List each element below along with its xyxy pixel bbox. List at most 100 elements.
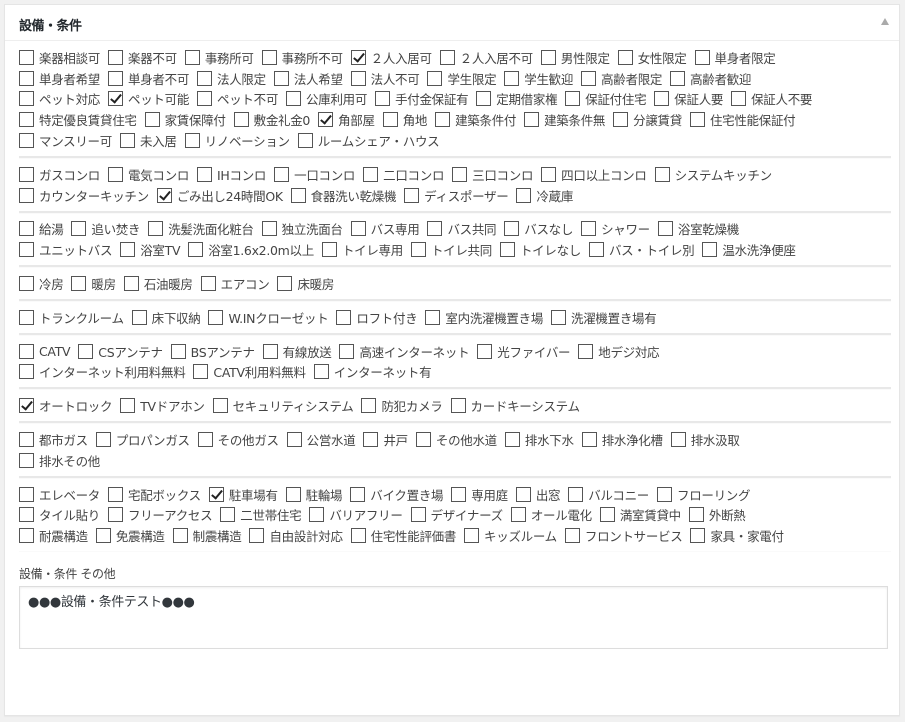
checkbox-option[interactable]: 光ファイバー [477, 341, 571, 362]
checkbox-option[interactable]: ガスコンロ [19, 164, 100, 185]
checkbox-option[interactable]: セキュリティシステム [212, 395, 354, 416]
checkbox-option[interactable]: 給湯 [19, 219, 64, 240]
checkbox-option[interactable]: 建築条件無 [524, 109, 605, 130]
checkbox-option[interactable]: 専用庭 [451, 484, 508, 505]
checkbox-option[interactable]: シャワー [581, 219, 650, 240]
checkbox-unchecked-icon[interactable] [262, 343, 278, 359]
checkbox-option[interactable]: マンスリー可 [19, 130, 112, 151]
checkbox-unchecked-icon[interactable] [170, 343, 186, 359]
checkbox-option[interactable]: 男性限定 [540, 47, 610, 68]
checkbox-unchecked-icon[interactable] [131, 309, 147, 325]
checkbox-option[interactable]: バリアフリー [309, 505, 403, 526]
checkbox-option[interactable]: リノベーション [184, 130, 290, 151]
checkbox-checked-icon[interactable] [19, 398, 34, 414]
checkbox-unchecked-icon[interactable] [504, 432, 520, 448]
checkbox-option[interactable]: 電気コンロ [108, 164, 189, 185]
checkbox-unchecked-icon[interactable] [516, 187, 532, 203]
checkbox-unchecked-icon[interactable] [19, 309, 34, 325]
checkbox-checked-icon[interactable] [156, 187, 172, 203]
checkbox-option[interactable]: 法人不可 [350, 68, 420, 89]
checkbox-unchecked-icon[interactable] [71, 221, 87, 237]
checkbox-option[interactable]: ペット対応 [19, 89, 100, 110]
collapse-toggle-icon[interactable] [881, 18, 889, 25]
checkbox-unchecked-icon[interactable] [273, 70, 289, 86]
checkbox-unchecked-icon[interactable] [464, 528, 480, 544]
checkbox-option[interactable]: プロパンガス [95, 429, 190, 450]
checkbox-unchecked-icon[interactable] [274, 166, 290, 182]
checkbox-option[interactable]: バルコニー [568, 484, 649, 505]
checkbox-unchecked-icon[interactable] [19, 486, 34, 502]
checkbox-option[interactable]: オートロック [19, 395, 113, 416]
checkbox-unchecked-icon[interactable] [95, 432, 111, 448]
checkbox-unchecked-icon[interactable] [212, 398, 228, 414]
checkbox-option[interactable]: トランクルーム [19, 307, 124, 328]
checkbox-unchecked-icon[interactable] [197, 70, 213, 86]
checkbox-unchecked-icon[interactable] [19, 166, 34, 182]
checkbox-unchecked-icon[interactable] [599, 507, 615, 523]
checkbox-unchecked-icon[interactable] [290, 187, 306, 203]
checkbox-unchecked-icon[interactable] [702, 242, 718, 258]
checkbox-unchecked-icon[interactable] [551, 309, 567, 325]
checkbox-unchecked-icon[interactable] [350, 528, 366, 544]
checkbox-option[interactable]: 学生限定 [427, 68, 497, 89]
checkbox-option[interactable]: 排水その他 [19, 450, 100, 471]
checkbox-unchecked-icon[interactable] [95, 528, 111, 544]
checkbox-unchecked-icon[interactable] [261, 49, 277, 65]
checkbox-option[interactable]: タイル貼り [19, 505, 100, 526]
checkbox-option[interactable]: デザイナーズ [410, 505, 503, 526]
checkbox-unchecked-icon[interactable] [499, 242, 515, 258]
checkbox-unchecked-icon[interactable] [690, 528, 706, 544]
checkbox-checked-icon[interactable] [108, 91, 124, 107]
checkbox-option[interactable]: 室内洗濯機置き場 [425, 307, 543, 328]
checkbox-option[interactable]: 自由設計対応 [249, 525, 343, 546]
checkbox-option[interactable]: 排水汲取 [670, 429, 740, 450]
checkbox-option[interactable]: ２人入居可 [350, 47, 432, 68]
checkbox-unchecked-icon[interactable] [297, 133, 313, 149]
checkbox-option[interactable]: カウンターキッチン [19, 185, 149, 206]
checkbox-unchecked-icon[interactable] [415, 432, 431, 448]
checkbox-option[interactable]: オール電化 [510, 505, 592, 526]
checkbox-unchecked-icon[interactable] [688, 507, 704, 523]
checkbox-unchecked-icon[interactable] [450, 398, 466, 414]
checkbox-option[interactable]: 保証人要 [654, 89, 723, 110]
checkbox-unchecked-icon[interactable] [581, 432, 597, 448]
checkbox-unchecked-icon[interactable] [540, 49, 556, 65]
other-conditions-textarea[interactable] [19, 586, 888, 650]
checkbox-option[interactable]: バイク置き場 [350, 484, 444, 505]
checkbox-option[interactable]: 角部屋 [318, 109, 375, 130]
checkbox-unchecked-icon[interactable] [184, 49, 200, 65]
checkbox-option[interactable]: 定期借家権 [476, 89, 558, 110]
checkbox-unchecked-icon[interactable] [197, 91, 213, 107]
checkbox-option[interactable]: W.INクローゼット [208, 307, 329, 328]
checkbox-option[interactable]: 駐車場有 [208, 484, 278, 505]
checkbox-option[interactable]: 温水洗浄便座 [702, 239, 796, 260]
checkbox-unchecked-icon[interactable] [197, 166, 213, 182]
checkbox-option[interactable]: ２人入居不可 [439, 47, 533, 68]
checkbox-option[interactable]: トイレ専用 [321, 239, 403, 260]
checkbox-unchecked-icon[interactable] [504, 70, 520, 86]
checkbox-option[interactable]: IHコンロ [197, 164, 266, 185]
checkbox-option[interactable]: 免震構造 [95, 525, 165, 546]
checkbox-unchecked-icon[interactable] [19, 187, 34, 203]
checkbox-unchecked-icon[interactable] [427, 70, 443, 86]
checkbox-option[interactable]: 制震構造 [172, 525, 242, 546]
checkbox-option[interactable]: 敷金礼金0 [233, 109, 310, 130]
checkbox-unchecked-icon[interactable] [309, 507, 325, 523]
checkbox-unchecked-icon[interactable] [581, 70, 597, 86]
checkbox-option[interactable]: 住宅性能保証付 [689, 109, 796, 130]
checkbox-unchecked-icon[interactable] [188, 242, 204, 258]
checkbox-unchecked-icon[interactable] [233, 112, 249, 128]
checkbox-unchecked-icon[interactable] [108, 507, 124, 523]
checkbox-unchecked-icon[interactable] [689, 112, 705, 128]
checkbox-unchecked-icon[interactable] [172, 528, 188, 544]
checkbox-unchecked-icon[interactable] [120, 398, 136, 414]
checkbox-unchecked-icon[interactable] [19, 49, 34, 65]
checkbox-option[interactable]: 法人限定 [197, 68, 266, 89]
checkbox-option[interactable]: 耐震構造 [19, 525, 88, 546]
checkbox-option[interactable]: 特定優良賃貸住宅 [19, 109, 137, 130]
checkbox-option[interactable]: 単身者希望 [19, 68, 100, 89]
checkbox-unchecked-icon[interactable] [19, 112, 34, 128]
panel-header[interactable]: 設備・条件 [5, 5, 899, 41]
checkbox-unchecked-icon[interactable] [339, 343, 355, 359]
checkbox-option[interactable]: ペット不可 [197, 89, 278, 110]
